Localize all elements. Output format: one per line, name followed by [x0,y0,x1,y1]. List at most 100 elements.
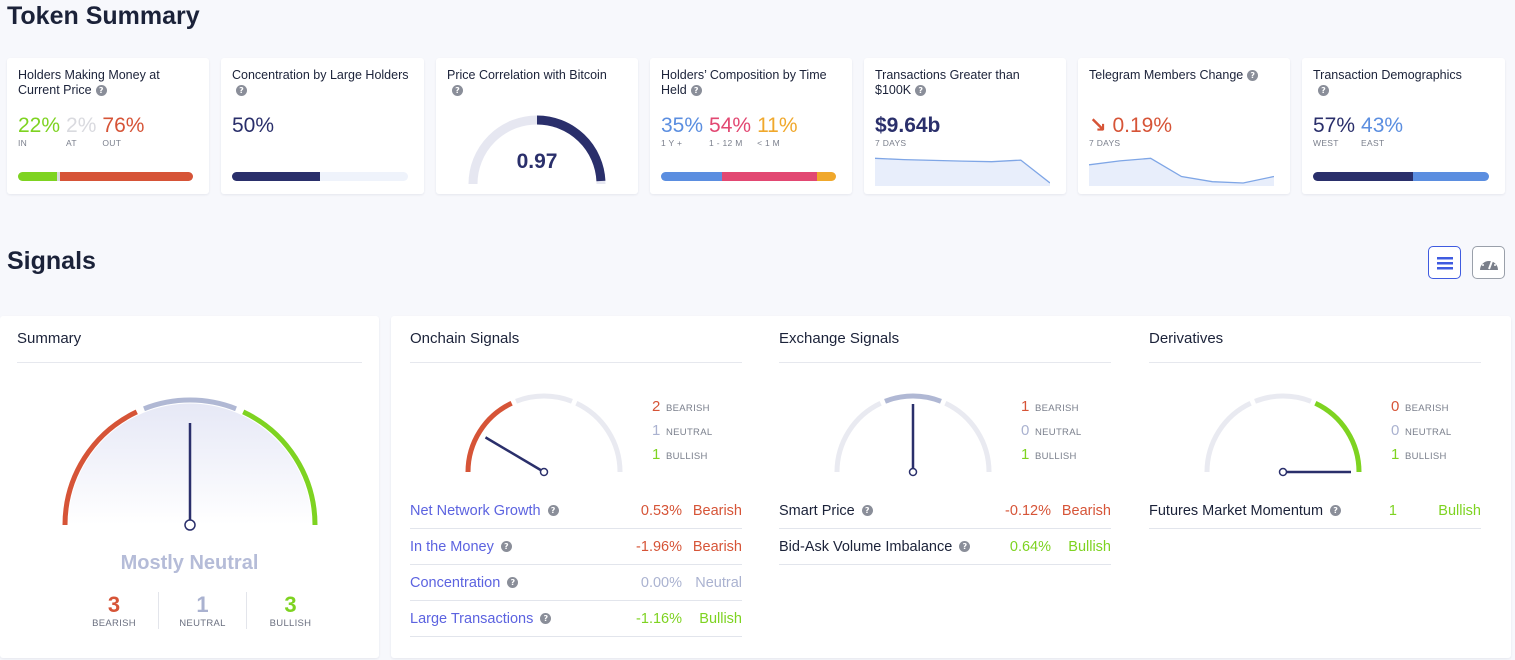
value-row: 35% 1 Y +54% 1 - 12 M 11% < 1 M [661,115,798,149]
signal-value: -1.96% [636,538,682,555]
telegram-sparkline [1089,157,1274,186]
exchange-signals-gauge [834,393,992,477]
bar-segment [60,172,193,181]
help-icon[interactable]: ? [452,85,463,97]
holders-composition-card: Holders’ Composition by Time Held? 35% 1 … [650,58,852,194]
legend-count: 1 [1021,398,1030,415]
divider [779,362,1111,363]
demographics-bar [1313,172,1489,181]
stat-value: 43% [1361,114,1404,137]
legend-label: BULLISH [1035,451,1077,462]
bar-segment [1413,172,1489,181]
signal-name: Bid-Ask Volume Imbalance [779,538,953,555]
help-icon[interactable]: ? [959,541,971,553]
help-icon[interactable]: ? [507,577,519,589]
card-title: Holders’ Composition by Time Held [661,68,827,97]
signal-verdict: Bearish [692,538,742,555]
value-row: 57% WEST 43% EAST [1313,114,1404,149]
stat-west: 57% WEST [1313,114,1356,149]
legend-count: 1 [652,446,661,463]
derivatives-gauge [1204,393,1362,477]
signal-value: 0.64% [1009,538,1051,555]
list-view-button[interactable] [1428,246,1461,279]
help-icon[interactable]: ? [1330,505,1342,517]
legend-count: 1 [1021,446,1030,463]
transactions-value: $9.64b [875,114,941,137]
stat-1-12-m: 54% 1 - 12 M [709,115,751,149]
stat-east: 43% EAST [1361,114,1404,149]
help-icon[interactable]: ? [915,85,927,97]
stat-value: 57% [1313,114,1356,137]
signal-row[interactable]: Net Network Growth? 0.53% Bearish [410,493,742,529]
stat-out: 76% OUT [102,115,144,149]
help-icon[interactable]: ? [500,541,512,553]
count-label: BULLISH [269,618,312,629]
legend-bearish: 0 BEARISH [1391,398,1451,422]
legend-neutral: 1 NEUTRAL [652,422,712,446]
gauge-segment-neutral [515,393,573,404]
signal-verdict: Bearish [1061,502,1111,519]
signal-name[interactable]: Large Transactions [410,611,533,627]
signal-name: Futures Market Momentum [1149,502,1324,519]
legend-bullish: 1 BULLISH [1391,446,1451,470]
signal-value: 0.53% [640,502,682,519]
stat-label: WEST [1313,138,1339,148]
signal-row[interactable]: Futures Market Momentum? 1 Bullish [1149,493,1481,529]
correlation-value: 0.97 [516,150,558,173]
count-number: 1 [196,592,209,617]
value-row: 22% IN 2% AT 76% OUT [18,114,144,149]
holders-making-money-card: Holders Making Money at Current Price? 2… [7,58,209,194]
speedometer-icon [1479,256,1498,270]
stat-label: OUT [102,138,122,148]
signal-row[interactable]: Large Transactions? -1.16% Bullish [410,601,742,637]
summary-count-bullish: 3 BULLISH [246,592,334,629]
signal-row[interactable]: Concentration? 0.00% Neutral [410,565,742,601]
help-icon[interactable]: ? [1318,85,1329,97]
stat-label: 1 Y + [661,138,683,148]
stat-label: AT [66,138,77,148]
gauge-view-button[interactable] [1472,246,1505,279]
bar-segment [1313,172,1414,181]
help-icon[interactable]: ? [861,505,873,517]
legend-neutral: 0 NEUTRAL [1391,422,1451,446]
legend-count: 0 [1391,422,1400,439]
in-at-out-bar [18,172,193,181]
help-icon[interactable]: ? [540,613,552,625]
legend-label: BEARISH [1035,403,1079,414]
correlation-card: Price Correlation with Bitcoin? 0.97 [436,58,638,194]
signal-value: 0.00% [640,574,682,591]
legend-count: 1 [1391,446,1400,463]
help-icon[interactable]: ? [236,85,247,97]
signals-heading: Signals [7,247,96,275]
signal-verdict: Bullish [699,610,742,627]
help-icon[interactable]: ? [1247,70,1259,82]
signal-row[interactable]: Smart Price? -0.12% Bearish [779,493,1111,529]
count-number: 3 [284,592,297,617]
gauge-pivot [908,467,918,477]
card-title: Telegram Members Change [1089,68,1244,82]
summary-count-neutral: 1 NEUTRAL [158,592,246,629]
bar-segment [661,172,723,181]
signal-name[interactable]: Net Network Growth [410,503,541,519]
exchange-signals-title: Exchange Signals [779,330,900,347]
help-icon[interactable]: ? [547,505,559,517]
signal-value: 1 [1388,502,1397,519]
telegram-change-value: 0.19% [1112,114,1172,137]
legend-bearish: 2 BEARISH [652,398,712,422]
legend-label: NEUTRAL [1035,427,1082,438]
list-icon [1436,256,1453,269]
signal-name[interactable]: Concentration [410,575,500,591]
card-title: Transaction Demographics [1313,68,1462,82]
signal-verdict: Neutral [695,574,742,591]
transactions-sparkline [875,157,1050,186]
stat-value: 2% [66,114,97,137]
signal-row[interactable]: Bid-Ask Volume Imbalance? 0.64% Bullish [779,529,1111,565]
signal-name[interactable]: In the Money [410,539,494,555]
bar-segment [722,172,817,181]
gauge-segment-bullish [575,400,623,473]
signal-row[interactable]: In the Money? -1.96% Bearish [410,529,742,565]
gauge-pivot [539,467,549,477]
help-icon[interactable]: ? [690,85,702,97]
help-icon[interactable]: ? [95,85,107,97]
gauge-segment-bearish [465,400,513,473]
